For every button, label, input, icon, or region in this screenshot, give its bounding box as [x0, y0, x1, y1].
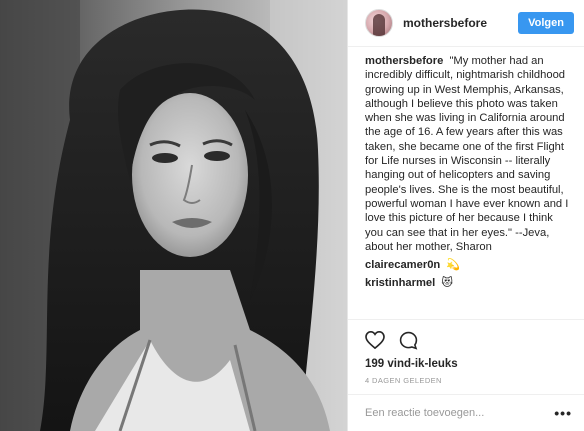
post-timestamp[interactable]: 4 DAGEN GELEDEN: [365, 376, 572, 385]
header-username[interactable]: mothersbefore: [403, 16, 518, 30]
instagram-post: mothersbefore Volgen mothersbefore "My m…: [0, 0, 584, 431]
comment-username[interactable]: kristinharmel: [365, 277, 435, 289]
follow-button[interactable]: Volgen: [518, 12, 574, 34]
list-item: clairecamer0n 💫: [365, 258, 572, 272]
portrait-photo: [0, 0, 347, 431]
ellipsis-icon[interactable]: •••: [554, 406, 572, 420]
comment-username[interactable]: mothersbefore: [365, 55, 443, 67]
post-header: mothersbefore Volgen: [348, 0, 584, 47]
comment-emoji: 💫: [446, 259, 461, 272]
speech-bubble-icon[interactable]: [399, 331, 418, 350]
post-actions: 199 vind-ik-leuks 4 DAGEN GELEDEN: [348, 319, 584, 394]
add-comment-bar: •••: [348, 394, 584, 431]
comment-input[interactable]: [365, 407, 555, 419]
likes-count[interactable]: 199 vind-ik-leuks: [365, 358, 572, 370]
action-icons: [365, 320, 572, 351]
avatar[interactable]: [365, 9, 393, 37]
comments-list: mothersbefore "My mother had an incredib…: [348, 47, 584, 319]
heart-icon[interactable]: [365, 331, 385, 349]
post-sidebar: mothersbefore Volgen mothersbefore "My m…: [347, 0, 584, 431]
comment-text: "My mother had an incredibly difficult, …: [365, 55, 569, 253]
caption-comment: mothersbefore "My mother had an incredib…: [365, 54, 572, 254]
comment-username[interactable]: clairecamer0n: [365, 259, 440, 271]
post-photo[interactable]: [0, 0, 347, 431]
list-item: kristinharmel 😻: [365, 276, 572, 290]
comment-emoji: 😻: [441, 277, 454, 290]
